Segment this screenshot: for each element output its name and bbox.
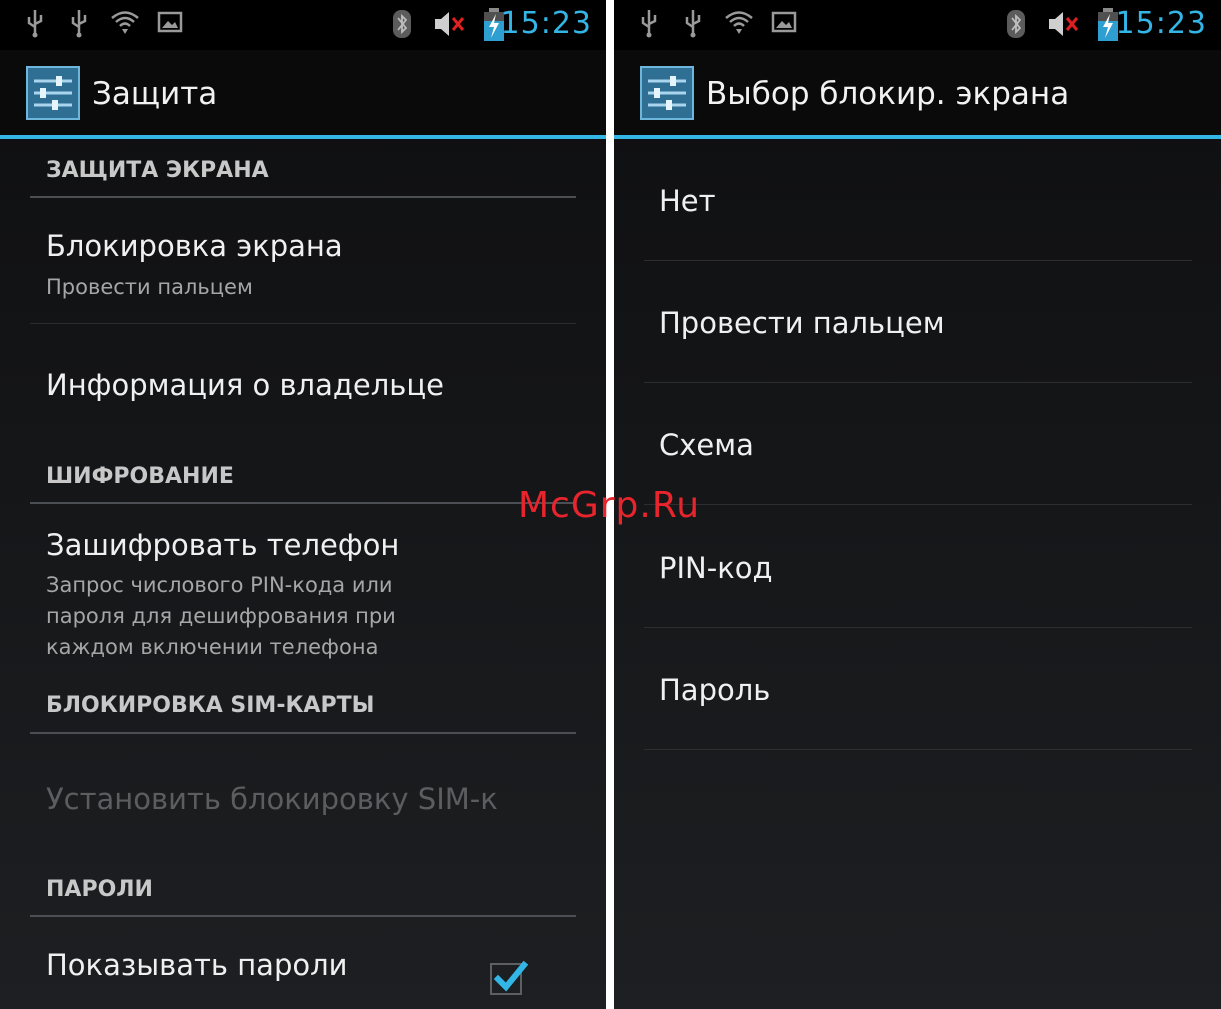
- list-divider: [644, 504, 1192, 505]
- screen-lock-title: Блокировка экрана: [46, 229, 343, 263]
- checkmark-icon: [493, 960, 529, 992]
- bluetooth-icon: [1007, 10, 1025, 38]
- action-bar-divider: [614, 135, 1221, 139]
- section-header-sim-lock: БЛОКИРОВКА SIM-КАРТЫ: [46, 693, 375, 718]
- section-divider: [30, 502, 576, 504]
- clock: 15:23: [500, 6, 592, 41]
- owner-info-item[interactable]: Информация о владельце: [46, 365, 444, 405]
- usb-icon: [641, 10, 657, 38]
- settings-icon[interactable]: [26, 66, 80, 120]
- wifi-icon: [725, 11, 753, 34]
- mute-icon: [435, 12, 465, 36]
- section-divider: [30, 732, 576, 734]
- security-screen: 15:23 Защита ЗАЩИТА ЭКРАНА Блокировка эк…: [0, 0, 606, 1009]
- list-divider: [644, 749, 1192, 750]
- encrypt-phone-title: Зашифровать телефон: [46, 528, 400, 562]
- usb-icon: [71, 10, 87, 38]
- clock: 15:23: [1115, 6, 1207, 41]
- sim-lock-item: Установить блокировку SIM-к: [46, 782, 498, 816]
- action-bar-divider: [0, 135, 606, 139]
- list-divider: [30, 323, 576, 324]
- section-header-screen-security: ЗАЩИТА ЭКРАНА: [46, 158, 269, 183]
- list-divider: [644, 260, 1192, 261]
- page-title: Защита: [92, 76, 218, 112]
- option-swipe[interactable]: Провести пальцем: [659, 303, 945, 343]
- show-passwords-checkbox[interactable]: [490, 960, 529, 995]
- bluetooth-icon: [393, 10, 411, 38]
- gallery-icon: [157, 11, 183, 33]
- section-divider: [30, 915, 576, 917]
- page-title: Выбор блокир. экрана: [706, 76, 1070, 112]
- list-divider: [644, 382, 1192, 383]
- section-divider: [30, 196, 576, 198]
- gallery-icon: [771, 11, 797, 33]
- encrypt-phone-summary: Запрос числового PIN-кода или пароля для…: [46, 573, 396, 659]
- mute-icon: [1049, 12, 1079, 36]
- option-none[interactable]: Нет: [659, 181, 716, 221]
- option-pattern[interactable]: Схема: [659, 425, 754, 465]
- usb-icon: [685, 10, 701, 38]
- screen-lock-summary: Провести пальцем: [46, 275, 253, 299]
- watermark: McGrp.Ru: [518, 485, 701, 526]
- wifi-icon: [111, 11, 139, 34]
- show-passwords-item[interactable]: Показывать пароли: [46, 945, 347, 985]
- action-bar: Выбор блокир. экрана: [614, 50, 1221, 135]
- screen-lock-picker: 15:23 Выбор блокир. экрана Нет Провести …: [614, 0, 1221, 1009]
- action-bar: Защита: [0, 50, 606, 135]
- list-divider: [644, 627, 1192, 628]
- settings-icon[interactable]: [640, 66, 694, 120]
- usb-icon: [27, 10, 43, 38]
- option-password[interactable]: Пароль: [659, 670, 770, 710]
- section-header-encryption: ШИФРОВАНИЕ: [46, 464, 234, 489]
- option-pin[interactable]: PIN-код: [659, 548, 773, 588]
- section-header-passwords: ПАРОЛИ: [46, 877, 153, 902]
- status-bar: 15:23: [0, 0, 606, 50]
- status-bar: 15:23: [614, 0, 1221, 50]
